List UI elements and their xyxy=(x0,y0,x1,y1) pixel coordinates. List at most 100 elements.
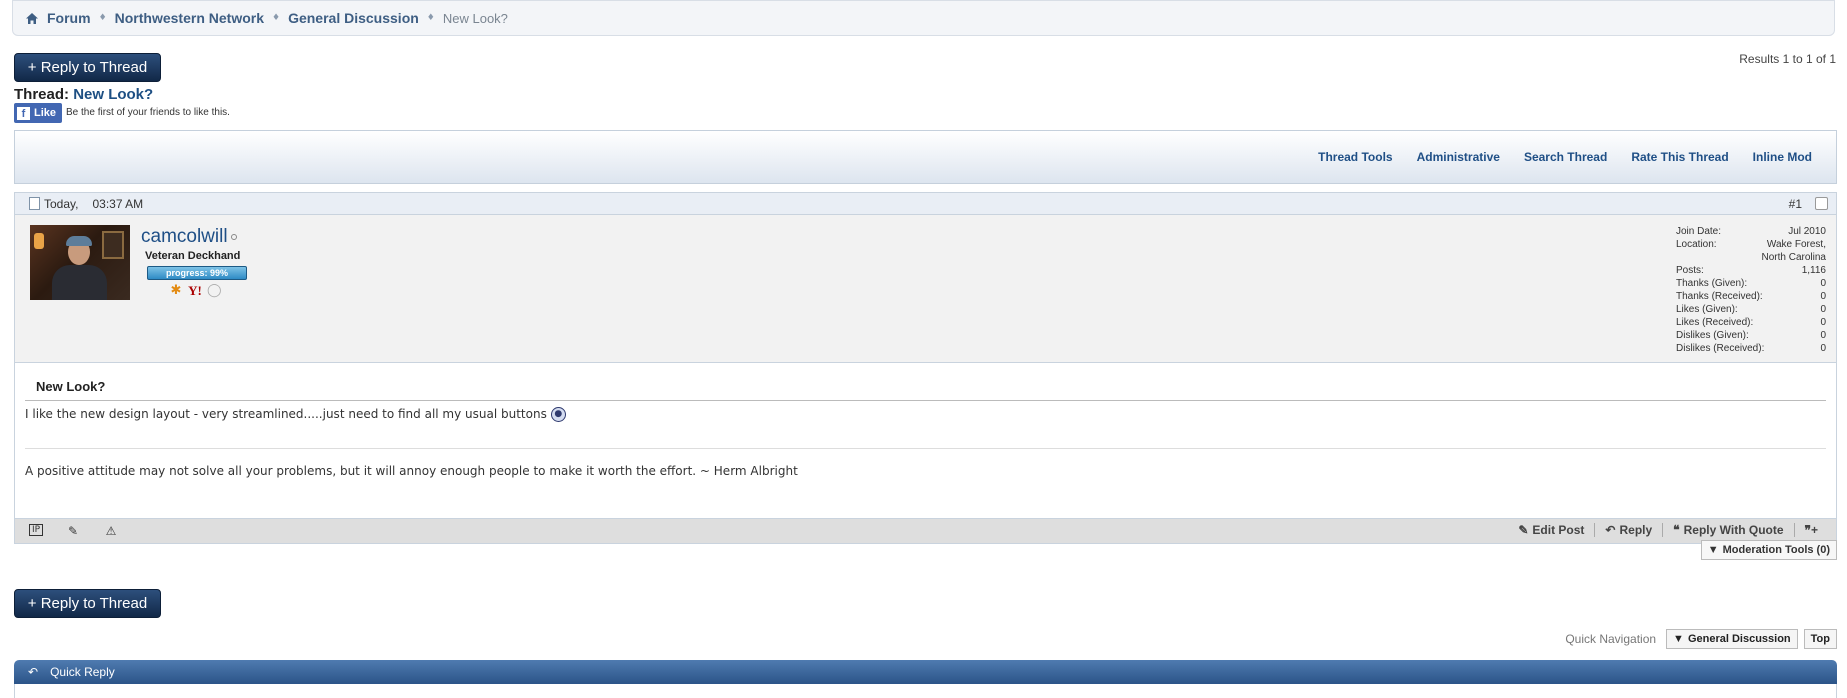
facebook-like-text: Be the first of your friends to like thi… xyxy=(66,107,230,118)
stat-location: Location: Wake Forest, North Carolina xyxy=(1676,238,1826,264)
avatar-frame xyxy=(102,231,124,259)
stat-value: Jul 2010 xyxy=(1788,226,1826,237)
top-button[interactable]: Top xyxy=(1803,629,1837,649)
stat-join-date: Join Date: Jul 2010 xyxy=(1676,225,1826,238)
stat-label: Location: xyxy=(1676,239,1717,250)
post-footer: IP ✎ ⚠ ✎ Edit Post ↶ Reply ❝ Reply With Quo… xyxy=(14,518,1837,544)
reply-button[interactable]: ↶ Reply xyxy=(1595,523,1662,537)
stat-value: 0 xyxy=(1820,304,1826,315)
stat-likes-received: Likes (Received): 0 xyxy=(1676,316,1826,329)
stat-posts: Posts: 1,116 xyxy=(1676,264,1826,277)
post-title: New Look? xyxy=(36,379,106,394)
ip-icon[interactable]: IP xyxy=(29,524,43,536)
quick-reply-label: Quick Reply xyxy=(50,665,115,679)
divider xyxy=(25,400,1826,401)
stat-value: 0 xyxy=(1820,278,1826,289)
dropdown-arrow-icon: ▼ xyxy=(1707,544,1719,556)
report-warning-icon[interactable]: ⚠ xyxy=(103,524,119,538)
post-body: New Look? I like the new design layout -… xyxy=(14,363,1837,518)
thread-prefix: Thread: xyxy=(14,86,70,103)
dropdown-arrow-icon: ▼ xyxy=(1673,633,1684,645)
stat-likes-given: Likes (Given): 0 xyxy=(1676,303,1826,316)
quick-reply-body xyxy=(14,684,1837,698)
stat-value: Wake Forest, North Carolina xyxy=(1761,239,1826,263)
home-icon[interactable] xyxy=(25,12,39,25)
breadcrumb-separator-icon: ♦ xyxy=(426,13,435,23)
facebook-like-button[interactable]: f Like xyxy=(14,103,62,123)
thread-title-link[interactable]: New Look? xyxy=(73,86,153,103)
progress-bar: progress: 99% xyxy=(147,266,247,280)
aim-icon[interactable]: ✱ xyxy=(169,284,183,298)
rate-thread-menu[interactable]: Rate This Thread xyxy=(1631,150,1728,164)
moderation-tools-button[interactable]: ▼ Moderation Tools (0) xyxy=(1700,540,1837,560)
stat-value: 0 xyxy=(1820,317,1826,328)
avatar-cap xyxy=(66,236,92,246)
stat-value: 0 xyxy=(1820,343,1826,354)
stat-label: Likes (Given): xyxy=(1676,304,1738,315)
post-select-checkbox[interactable] xyxy=(1815,197,1828,210)
post-message: I like the new design layout - very stre… xyxy=(25,407,547,421)
reply-arrow-icon: ↶ xyxy=(1605,523,1616,537)
stat-thanks-received: Thanks (Received): 0 xyxy=(1676,290,1826,303)
signature-divider xyxy=(25,448,1826,449)
post-content: I like the new design layout - very stre… xyxy=(25,407,566,422)
avatar-lamp xyxy=(34,233,44,249)
breadcrumb-forum[interactable]: Forum xyxy=(47,10,91,26)
facebook-like-label: Like xyxy=(34,107,57,119)
username-link[interactable]: camcolwill xyxy=(141,226,237,248)
edit-post-button[interactable]: ✎ Edit Post xyxy=(1508,523,1594,537)
post-footer-icons: IP ✎ ⚠ xyxy=(29,524,119,538)
post-number-link[interactable]: #1 xyxy=(1789,197,1802,211)
breadcrumb-separator-icon: ♦ xyxy=(272,13,281,23)
quick-reply-header[interactable]: ↶ Quick Reply xyxy=(14,660,1837,684)
multi-quote-button[interactable]: ❞+ xyxy=(1795,523,1828,537)
offline-status-icon xyxy=(230,233,237,240)
stat-label: Join Date: xyxy=(1676,226,1722,237)
reply-to-thread-button-bottom[interactable]: + Reply to Thread xyxy=(14,589,161,618)
quick-reply-icon: ↶ xyxy=(28,665,39,679)
reply-with-quote-button[interactable]: ❝ Reply With Quote xyxy=(1663,523,1793,537)
stat-label: Thanks (Given): xyxy=(1676,278,1748,289)
username[interactable]: camcolwill xyxy=(141,226,228,247)
reply-label: Reply xyxy=(1619,523,1653,537)
thread-title: Thread: New Look? xyxy=(14,86,153,103)
reply-to-thread-button[interactable]: + Reply to Thread xyxy=(14,53,161,82)
stat-thanks-given: Thanks (Given): 0 xyxy=(1676,277,1826,290)
inline-mod-menu[interactable]: Inline Mod xyxy=(1753,150,1812,164)
post-document-icon xyxy=(29,197,40,210)
forum-jump-label: General Discussion xyxy=(1687,633,1791,645)
breadcrumb-northwestern-network[interactable]: Northwestern Network xyxy=(115,10,264,26)
quick-navigation: Quick Navigation ▼ General Discussion Top xyxy=(1565,629,1837,649)
skype-icon[interactable]: ◯ xyxy=(207,284,222,298)
stat-label: Thanks (Received): xyxy=(1676,291,1763,302)
user-info-panel: camcolwill Veteran Deckhand progress: 99… xyxy=(14,215,1837,363)
stat-label: Dislikes (Received): xyxy=(1676,343,1765,354)
stat-value: 0 xyxy=(1820,291,1826,302)
yahoo-icon[interactable]: Y! xyxy=(188,284,202,298)
quick-navigation-label: Quick Navigation xyxy=(1565,632,1657,646)
stat-dislikes-given: Dislikes (Given): 0 xyxy=(1676,329,1826,342)
thread-tools-menu[interactable]: Thread Tools xyxy=(1318,150,1392,164)
post-date: Today, xyxy=(44,196,79,211)
stat-label: Likes (Received): xyxy=(1676,317,1754,328)
avatar[interactable] xyxy=(30,225,130,300)
infraction-icon[interactable]: ✎ xyxy=(65,524,81,538)
multi-quote-icon: ❞+ xyxy=(1804,523,1818,537)
stat-label: Dislikes (Given): xyxy=(1676,330,1749,341)
thread-toolbar: Thread Tools Administrative Search Threa… xyxy=(14,130,1837,184)
stat-dislikes-received: Dislikes (Received): 0 xyxy=(1676,342,1826,355)
search-thread-menu[interactable]: Search Thread xyxy=(1524,150,1607,164)
breadcrumb-general-discussion[interactable]: General Discussion xyxy=(288,10,419,26)
stat-value: 0 xyxy=(1820,330,1826,341)
smiley-icon: ● xyxy=(550,407,566,422)
user-badges: ✱ Y! ◯ xyxy=(169,284,222,298)
stat-value: 1,116 xyxy=(1801,265,1826,276)
forum-jump-dropdown[interactable]: ▼ General Discussion xyxy=(1666,629,1798,649)
breadcrumb: Forum ♦ Northwestern Network ♦ General D… xyxy=(12,0,1835,36)
edit-post-label: Edit Post xyxy=(1532,523,1585,537)
administrative-menu[interactable]: Administrative xyxy=(1417,150,1500,164)
breadcrumb-separator-icon: ♦ xyxy=(98,13,107,23)
user-stats: Join Date: Jul 2010 Location: Wake Forest,… xyxy=(1676,225,1826,355)
post-actions: ✎ Edit Post ↶ Reply ❝ Reply With Quote ❞+ xyxy=(1508,523,1828,537)
user-title: Veteran Deckhand xyxy=(145,250,241,262)
